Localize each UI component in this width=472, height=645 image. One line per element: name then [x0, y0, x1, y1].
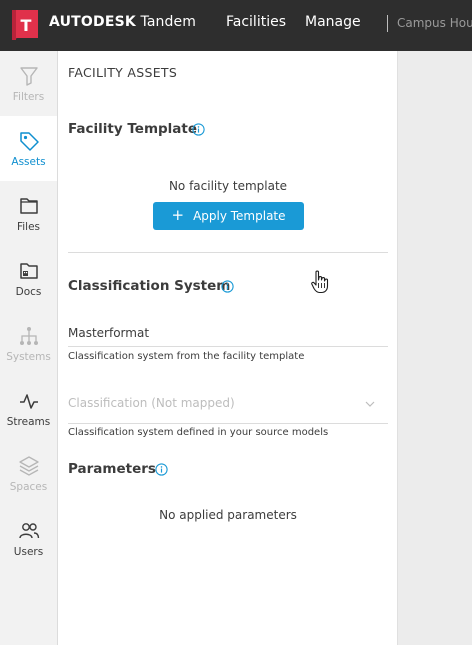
folder-icon — [20, 198, 38, 214]
no-parameters-text: No applied parameters — [159, 508, 297, 522]
rail-item-filters[interactable]: Filters — [0, 51, 57, 116]
apply-template-button[interactable]: + Apply Template — [153, 202, 304, 230]
classification-select-help: Classification system defined in your so… — [68, 427, 329, 438]
hand-pointer-icon — [311, 270, 329, 294]
viewer-area[interactable] — [398, 51, 472, 645]
plus-icon: + — [171, 206, 185, 224]
rail-label: Spaces — [9, 481, 48, 493]
rail-label: Filters — [12, 91, 45, 103]
rail-label: Users — [13, 546, 44, 558]
rail-item-files[interactable]: Files — [0, 181, 57, 246]
facility-assets-panel: FACILITY ASSETS Facility Template No fac… — [58, 51, 398, 645]
section-divider — [68, 252, 388, 253]
rail-label: Assets — [11, 156, 46, 168]
users-icon — [19, 523, 40, 539]
info-icon[interactable] — [155, 463, 168, 476]
classification-system-value: Masterformat — [68, 326, 150, 340]
left-rail: Filters Assets Files Docs Systems Stream… — [0, 51, 58, 645]
breadcrumb-facility[interactable]: Campus Hous — [397, 16, 472, 30]
filter-icon — [20, 67, 38, 86]
no-template-text: No facility template — [168, 179, 288, 193]
brand-name: AUTODESK Tandem — [49, 14, 196, 30]
nav-manage[interactable]: Manage — [305, 14, 361, 30]
rail-item-streams[interactable]: Streams — [0, 376, 57, 441]
systems-icon — [20, 327, 38, 345]
apply-template-label: Apply Template — [193, 209, 286, 223]
field-underline — [68, 423, 388, 424]
info-icon[interactable] — [221, 280, 234, 293]
rail-label: Streams — [6, 416, 51, 428]
classification-system-heading: Classification System — [68, 278, 231, 294]
nav-divider — [387, 15, 388, 32]
field-underline — [68, 346, 388, 347]
rail-item-assets[interactable]: Assets — [0, 116, 57, 181]
rail-label: Docs — [15, 286, 42, 298]
chevron-down-icon[interactable] — [364, 400, 376, 408]
top-bar: T AUTODESK Tandem Facilities Manage Camp… — [0, 0, 472, 51]
nav-facilities[interactable]: Facilities — [226, 14, 286, 30]
layers-icon — [19, 456, 39, 476]
parameters-heading: Parameters — [68, 461, 156, 477]
classification-select[interactable]: Classification (Not mapped) — [68, 396, 235, 410]
rail-label: Files — [16, 221, 41, 233]
classification-system-help: Classification system from the facility … — [68, 351, 305, 362]
tandem-logo-icon[interactable]: T — [10, 10, 40, 40]
logo-letter: T — [21, 16, 32, 35]
rail-item-systems[interactable]: Systems — [0, 311, 57, 376]
pulse-icon — [20, 394, 38, 409]
rail-item-docs[interactable]: Docs — [0, 246, 57, 311]
docs-folder-icon — [20, 263, 38, 279]
tag-icon — [20, 132, 39, 151]
rail-item-users[interactable]: Users — [0, 506, 57, 571]
panel-title: FACILITY ASSETS — [68, 65, 178, 80]
rail-label: Systems — [6, 351, 51, 363]
rail-item-spaces[interactable]: Spaces — [0, 441, 57, 506]
info-icon[interactable] — [192, 123, 205, 136]
facility-template-heading: Facility Template — [68, 121, 198, 137]
